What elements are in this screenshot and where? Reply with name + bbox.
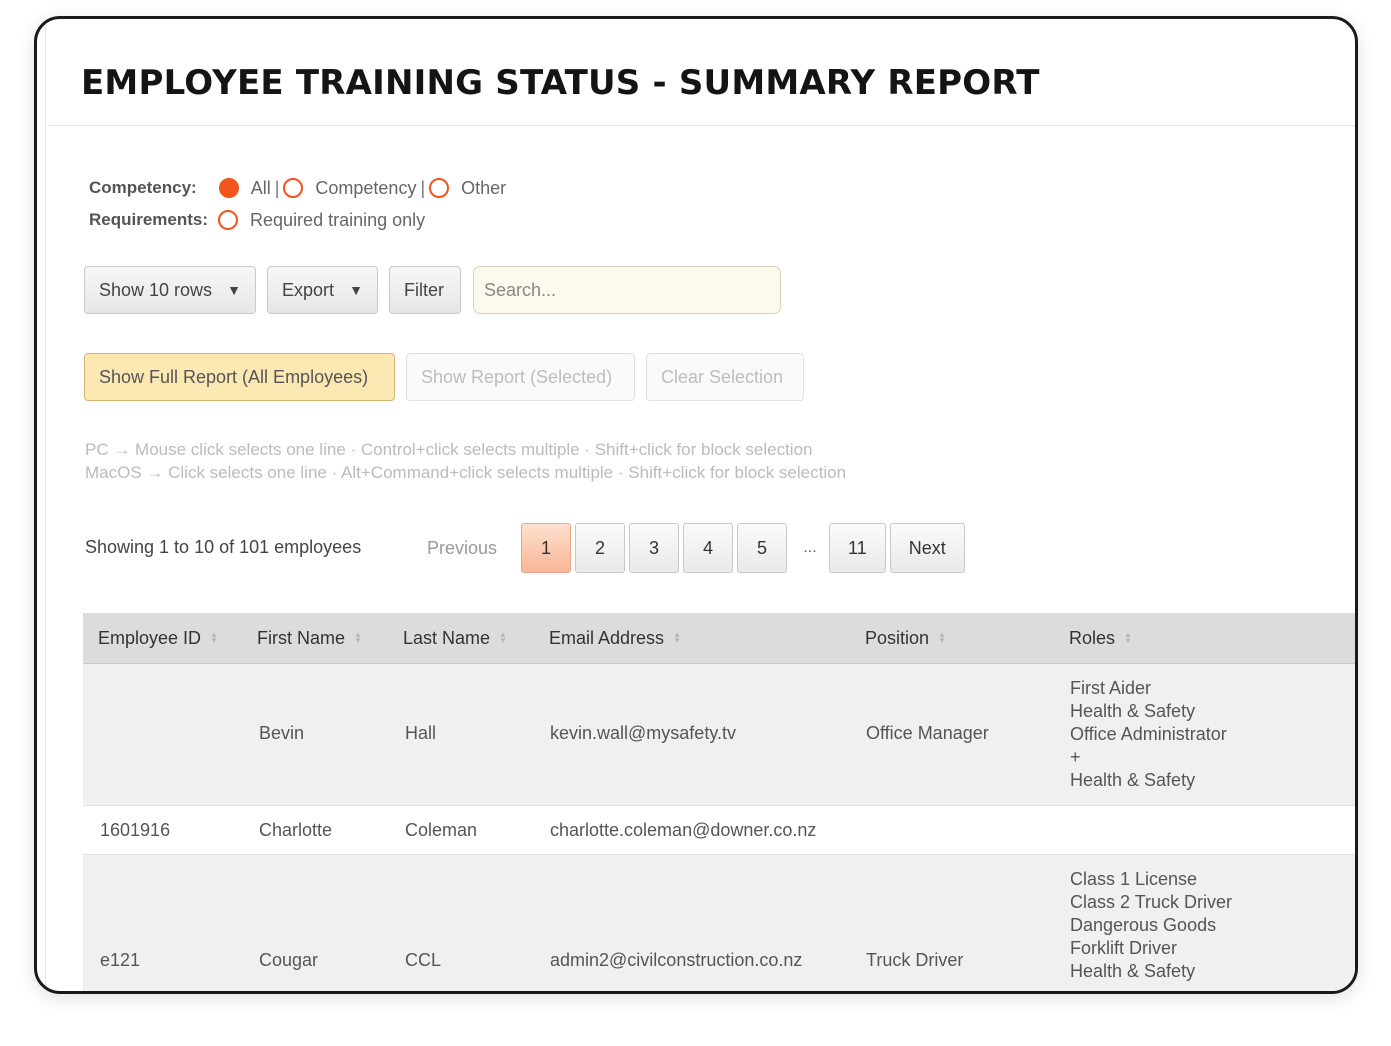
employee-table: Employee ID ▲ ▼ First Name ▲ ▼ Last Name ▲…	[83, 613, 1355, 991]
cell-last-name: Coleman	[405, 820, 478, 840]
radio-competency-label[interactable]: Competency	[315, 178, 416, 199]
radio-other[interactable]	[429, 178, 450, 198]
cell-position: Truck Driver	[866, 950, 964, 970]
sort-icon: ▲ ▼	[499, 630, 507, 645]
table-row[interactable]: Bevin Hall kevin.wall@mysafety.tv Office…	[83, 664, 1355, 806]
cell-roles: Class 1 License Class 2 Truck Driver Dan…	[1070, 868, 1232, 983]
role-item: Class 2 Truck Driver	[1070, 892, 1233, 912]
chevron-down-icon: ▼	[349, 282, 363, 298]
role-item: First Aider	[1070, 678, 1152, 698]
cell-last-name: CCL	[405, 950, 442, 970]
export-button[interactable]: Export ▼	[267, 266, 378, 314]
hint-pc: PC → Mouse click selects one line · Cont…	[85, 440, 813, 459]
table-row[interactable]: e121 Cougar CCL admin2@civilconstruction…	[83, 855, 1355, 991]
cell-last-name: Hall	[405, 723, 437, 743]
export-label: Export	[282, 279, 335, 300]
cell-first-name: Charlotte	[259, 820, 333, 840]
separator: |	[420, 177, 426, 198]
sort-icon: ▲ ▼	[354, 630, 362, 645]
column-header-employee-id[interactable]: Employee ID ▲ ▼	[98, 613, 218, 663]
role-item: Health & Safety	[1070, 961, 1196, 981]
sort-icon: ▲ ▼	[210, 630, 218, 645]
report-content: Competency: All | Competency | Other Req…	[37, 19, 1355, 991]
column-header-first-name[interactable]: First Name ▲ ▼	[257, 613, 362, 663]
radio-competency[interactable]	[283, 178, 304, 198]
role-item: Dangerous Goods	[1070, 915, 1217, 935]
chevron-down-icon: ▼	[227, 282, 241, 298]
cell-employee-id: e121	[100, 950, 141, 970]
cell-email: charlotte.coleman@downer.co.nz	[550, 820, 817, 840]
cell-first-name: Cougar	[259, 950, 319, 970]
hint-mac: MacOS → Click selects one line · Alt+Com…	[85, 463, 847, 482]
column-header-roles[interactable]: Roles ▲ ▼	[1069, 613, 1132, 663]
cell-position: Office Manager	[866, 723, 989, 743]
page-5-button[interactable]: 5	[737, 523, 788, 573]
search-input[interactable]	[473, 266, 781, 314]
requirements-label: Requirements:	[89, 210, 209, 229]
page-4-button[interactable]: 4	[683, 523, 734, 573]
cell-email: admin2@civilconstruction.co.nz	[550, 950, 803, 970]
show-selected-report-button[interactable]: Show Report (Selected)	[406, 353, 635, 401]
pagination-info: Showing 1 to 10 of 101 employees	[85, 537, 362, 557]
clear-selection-button[interactable]: Clear Selection	[646, 353, 804, 401]
show-full-report-button[interactable]: Show Full Report (All Employees)	[84, 353, 395, 401]
role-item: Office Administrator	[1070, 724, 1227, 744]
report-window: EMPLOYEE TRAINING STATUS - SUMMARY REPOR…	[34, 16, 1358, 994]
radio-required-only[interactable]	[218, 210, 239, 230]
page-11-button[interactable]: 11	[829, 523, 886, 573]
sort-icon: ▲ ▼	[938, 630, 946, 645]
column-title: Email Address	[549, 627, 665, 648]
rows-per-page-label: Show 10 rows	[99, 279, 213, 300]
pagination-ellipsis: ...	[803, 539, 817, 556]
pagination: Previous 1 2 3 4 5 ... 11 Next	[427, 523, 969, 573]
page-1-button[interactable]: 1	[521, 523, 572, 573]
next-page-button[interactable]: Next	[889, 523, 965, 573]
role-item: Class 1 License	[1070, 869, 1198, 889]
competency-label: Competency:	[89, 178, 197, 197]
previous-page-button[interactable]: Previous	[427, 538, 497, 559]
separator: |	[274, 177, 280, 198]
role-item: Forklift Driver	[1070, 938, 1177, 958]
cell-email: kevin.wall@mysafety.tv	[550, 723, 736, 743]
rows-per-page-select[interactable]: Show 10 rows ▼	[84, 266, 256, 314]
column-title: Last Name	[403, 627, 491, 648]
table-header: Employee ID ▲ ▼ First Name ▲ ▼ Last Name ▲…	[83, 613, 1355, 664]
filter-label: Filter	[404, 279, 444, 300]
competency-filter: Competency: All | Competency | Other	[89, 173, 510, 203]
role-item: +	[1070, 747, 1081, 767]
cell-first-name: Bevin	[259, 723, 305, 743]
requirements-filter: Requirements: Required training only	[89, 205, 429, 235]
filter-button[interactable]: Filter	[389, 266, 461, 314]
cell-employee-id: 1601916	[100, 820, 171, 840]
role-item: Health & Safety	[1070, 701, 1196, 721]
radio-all-label[interactable]: All	[251, 178, 271, 199]
cell-roles: First Aider Health & Safety Office Admin…	[1070, 677, 1227, 792]
column-title: Position	[865, 627, 930, 648]
column-header-position[interactable]: Position ▲ ▼	[865, 613, 946, 663]
sort-icon: ▲ ▼	[673, 630, 681, 645]
radio-all[interactable]	[218, 178, 239, 198]
table-row[interactable]: 1601916 Charlotte Coleman charlotte.cole…	[83, 806, 1355, 855]
column-header-last-name[interactable]: Last Name ▲ ▼	[403, 613, 507, 663]
radio-other-label[interactable]: Other	[461, 178, 506, 199]
column-header-email[interactable]: Email Address ▲ ▼	[549, 613, 681, 663]
column-title: First Name	[257, 627, 346, 648]
page-2-button[interactable]: 2	[575, 523, 626, 573]
role-item: Health & Safety	[1070, 770, 1196, 790]
radio-required-only-label[interactable]: Required training only	[250, 210, 425, 231]
page-3-button[interactable]: 3	[629, 523, 680, 573]
column-title: Roles	[1069, 627, 1116, 648]
sort-icon: ▲ ▼	[1124, 630, 1132, 645]
column-title: Employee ID	[98, 627, 202, 648]
